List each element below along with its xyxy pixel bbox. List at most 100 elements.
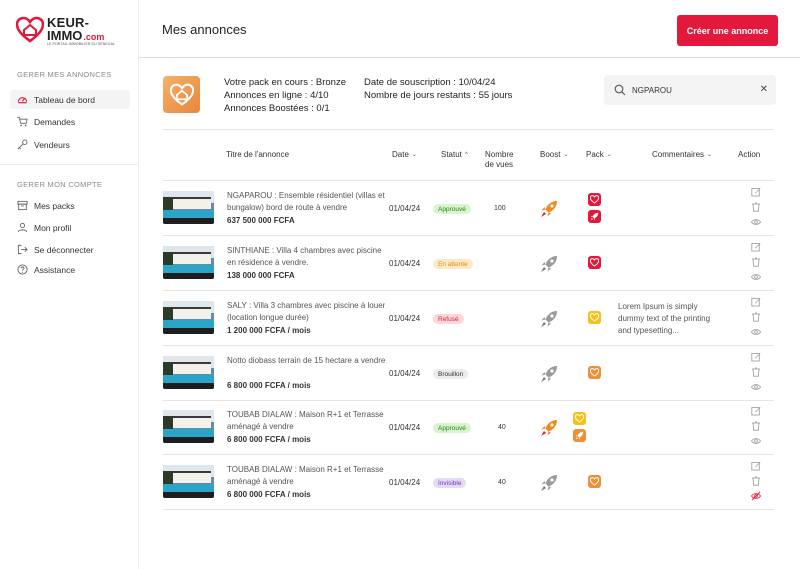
edit-icon[interactable] bbox=[751, 187, 761, 197]
top-header: Mes annonces Créer une annonce bbox=[139, 0, 800, 58]
table-top-divider bbox=[163, 129, 774, 130]
status-badge: Refusé bbox=[433, 314, 464, 324]
boost-rocket-icon[interactable] bbox=[539, 364, 559, 384]
listing-title[interactable]: NGAPAROU : Ensemble résidentiel (villas … bbox=[227, 190, 387, 213]
listing-date: 01/04/24 bbox=[389, 204, 421, 213]
sidebar-item-packs[interactable]: Mes packs bbox=[10, 196, 130, 215]
listing-price: 6 800 000 FCFA / mois bbox=[227, 381, 311, 390]
listing-thumbnail[interactable] bbox=[163, 191, 214, 224]
edit-icon[interactable] bbox=[751, 461, 761, 471]
pack-current: Votre pack en cours : Bronze bbox=[224, 77, 346, 88]
col-header-date[interactable]: Date ⌄ bbox=[392, 150, 417, 159]
create-listing-button[interactable]: Créer une annonce bbox=[677, 15, 778, 46]
sidebar-item-profile[interactable]: Mon profil bbox=[10, 218, 130, 237]
trash-icon[interactable] bbox=[751, 421, 761, 431]
table-row[interactable]: TOUBAB DIALAW : Maison R+1 et Terrasse a… bbox=[163, 400, 774, 455]
pack-days-remaining: Nombre de jours restants : 55 jours bbox=[364, 90, 513, 101]
col-header-comments[interactable]: Commentaires ⌄ bbox=[652, 150, 712, 159]
sidebar-item-requests[interactable]: Demandes bbox=[10, 112, 130, 131]
listing-price: 6 800 000 FCFA / mois bbox=[227, 490, 311, 499]
listing-thumbnail[interactable] bbox=[163, 465, 214, 498]
section-manage-account: GERER MON COMPTE bbox=[17, 180, 103, 189]
listing-title[interactable]: TOUBAB DIALAW : Maison R+1 et Terrasse a… bbox=[227, 464, 387, 487]
clear-search-icon[interactable]: ✕ bbox=[760, 84, 768, 95]
key-icon bbox=[16, 139, 28, 151]
sidebar-item-sellers[interactable]: Vendeurs bbox=[10, 135, 130, 154]
table-row[interactable]: SINTHIANE : Villa 4 chambres avec piscin… bbox=[163, 236, 774, 291]
status-badge: Approuvé bbox=[433, 423, 471, 433]
pack-info-left: Votre pack en cours : Bronze Annonces en… bbox=[224, 76, 346, 115]
trash-icon[interactable] bbox=[751, 202, 761, 212]
col-header-status[interactable]: Statut ^ bbox=[441, 150, 468, 159]
listing-views: 40 bbox=[498, 479, 506, 486]
brand-logo[interactable]: KEUR- IMMO .com LE PORTAIL IMMOBILIER DU … bbox=[16, 16, 115, 47]
pack-red-rocket-icon bbox=[588, 210, 601, 223]
pack-heart-icon bbox=[169, 83, 194, 106]
boost-rocket-icon[interactable] bbox=[539, 254, 559, 274]
sidebar-item-help[interactable]: Assistance bbox=[10, 260, 130, 279]
table-row[interactable]: NGAPAROU : Ensemble résidentiel (villas … bbox=[163, 181, 774, 236]
col-header-views-text-1: Nombre bbox=[485, 150, 514, 159]
table-row[interactable]: SALY : Villa 3 chambres avec piscine à l… bbox=[163, 291, 774, 346]
listing-price: 6 800 000 FCFA / mois bbox=[227, 435, 311, 444]
sidebar-item-label: Tableau de bord bbox=[34, 94, 95, 105]
listing-thumbnail[interactable] bbox=[163, 410, 214, 443]
table-row[interactable]: Notto diobass terrain de 15 hectare a ve… bbox=[163, 346, 774, 401]
status-badge: Approuvé bbox=[433, 204, 471, 214]
trash-icon[interactable] bbox=[751, 312, 761, 322]
chevron-up-icon: ^ bbox=[464, 151, 468, 158]
eye-icon[interactable] bbox=[751, 272, 761, 282]
col-header-views-text-2: de vues bbox=[485, 160, 514, 169]
col-header-title-text: Titre de l'annonce bbox=[226, 150, 290, 159]
eye-icon[interactable] bbox=[751, 436, 761, 446]
listing-price: 1 200 000 FCFA / mois bbox=[227, 326, 311, 335]
listing-title[interactable]: Notto diobass terrain de 15 hectare a ve… bbox=[227, 355, 387, 367]
pack-online: Annonces en ligne : 4/10 bbox=[224, 90, 329, 101]
listing-thumbnail[interactable] bbox=[163, 301, 214, 334]
edit-icon[interactable] bbox=[751, 352, 761, 362]
archive-icon bbox=[16, 200, 28, 212]
help-icon bbox=[16, 264, 28, 276]
listing-thumbnail[interactable] bbox=[163, 356, 214, 389]
listing-title[interactable]: TOUBAB DIALAW : Maison R+1 et Terrasse a… bbox=[227, 409, 387, 432]
edit-icon[interactable] bbox=[751, 297, 761, 307]
listing-title[interactable]: SINTHIANE : Villa 4 chambres avec piscin… bbox=[227, 245, 387, 268]
pack-yellow-heart-icon bbox=[573, 412, 586, 425]
col-header-pack[interactable]: Pack ⌄ bbox=[586, 150, 612, 159]
listing-date: 01/04/24 bbox=[389, 478, 421, 487]
col-header-pack-text: Pack bbox=[586, 150, 604, 159]
listing-thumbnail[interactable] bbox=[163, 246, 214, 279]
trash-icon[interactable] bbox=[751, 476, 761, 486]
table-row[interactable]: TOUBAB DIALAW : Maison R+1 et Terrasse a… bbox=[163, 455, 774, 510]
eye-icon[interactable] bbox=[751, 382, 761, 392]
eye-icon[interactable] bbox=[751, 327, 761, 337]
sidebar-item-dashboard[interactable]: Tableau de bord bbox=[10, 90, 130, 109]
boost-rocket-icon[interactable] bbox=[539, 309, 559, 329]
edit-icon[interactable] bbox=[751, 242, 761, 252]
brand-tagline: LE PORTAIL IMMOBILIER DU SENEGAL bbox=[47, 42, 116, 46]
boost-rocket-icon[interactable] bbox=[539, 199, 559, 219]
trash-icon[interactable] bbox=[751, 257, 761, 267]
chevron-down-icon: ⌄ bbox=[707, 152, 713, 158]
edit-icon[interactable] bbox=[751, 406, 761, 416]
col-header-boost[interactable]: Boost ⌄ bbox=[540, 150, 569, 159]
eye-icon[interactable] bbox=[751, 217, 761, 227]
trash-icon[interactable] bbox=[751, 367, 761, 377]
listing-date: 01/04/24 bbox=[389, 369, 421, 378]
col-header-views[interactable]: Nombre de vues bbox=[485, 150, 513, 170]
pack-boosted: Annonces Boostées : 0/1 bbox=[224, 103, 330, 114]
boost-rocket-icon[interactable] bbox=[539, 418, 559, 438]
row-actions bbox=[751, 461, 763, 506]
sidebar-item-label: Demandes bbox=[34, 116, 76, 127]
logout-icon bbox=[16, 244, 28, 256]
row-actions bbox=[751, 242, 763, 287]
boost-rocket-icon[interactable] bbox=[539, 473, 559, 493]
heart-logo-icon bbox=[16, 16, 44, 43]
sidebar-item-label: Assistance bbox=[34, 264, 76, 275]
listing-comment: Lorem Ipsum is simply dummy text of the … bbox=[618, 302, 711, 335]
sidebar-item-logout[interactable]: Se déconnecter bbox=[10, 240, 130, 259]
listing-title[interactable]: SALY : Villa 3 chambres avec piscine à l… bbox=[227, 300, 387, 323]
search-input[interactable] bbox=[632, 85, 742, 95]
eye-off-icon[interactable] bbox=[751, 491, 761, 501]
pack-badge bbox=[163, 76, 200, 113]
